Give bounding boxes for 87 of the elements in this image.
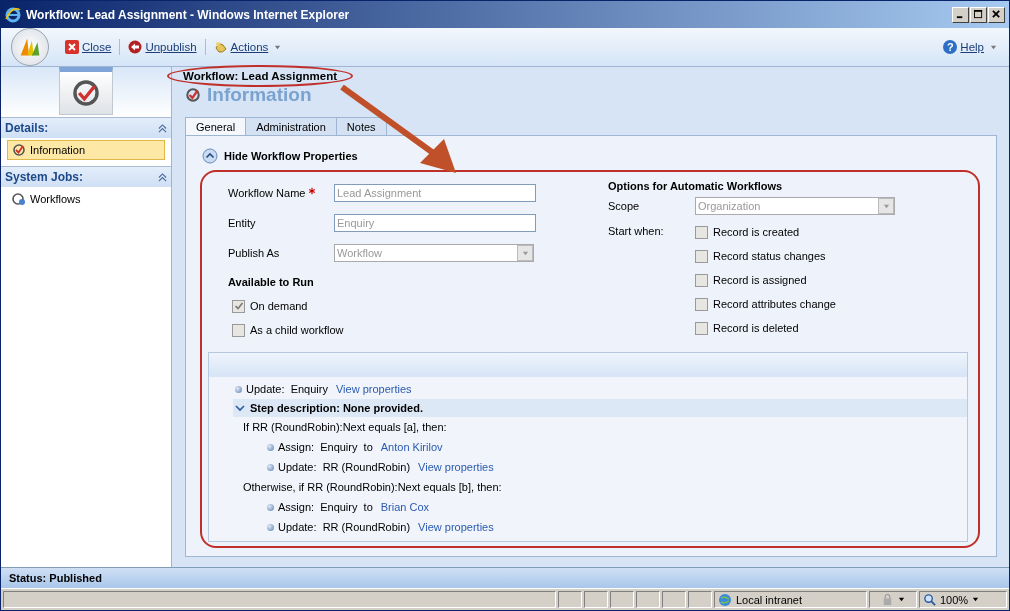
record-title: Workflow: Lead Assignment [183, 70, 337, 82]
bullet-icon [267, 503, 274, 511]
check-circle-icon [185, 87, 201, 103]
checkbox[interactable] [695, 321, 708, 335]
bullet-icon [267, 443, 274, 451]
sidebar-section-title: System Jobs: [5, 170, 84, 184]
caret-icon[interactable] [972, 596, 980, 603]
status-bar-pane [558, 591, 582, 608]
checkbox[interactable] [695, 273, 708, 287]
status-bar-pane [584, 591, 608, 608]
sidebar-item[interactable]: Information [7, 140, 165, 160]
step-link[interactable]: Anton Kirilov [380, 441, 443, 453]
window-title: Workflow: Lead Assignment - Windows Internet Explorer [26, 7, 351, 22]
record-status: Status: Published [9, 572, 102, 584]
step-link[interactable]: View properties [418, 521, 494, 533]
status-bar-pane [636, 591, 660, 608]
bullet-icon [267, 523, 274, 531]
checkbox[interactable] [695, 297, 708, 311]
globe-icon [718, 592, 732, 607]
step-text: Update: RR (RoundRobin) [278, 521, 411, 533]
field-label: Workflow Name [228, 187, 306, 199]
checkbox[interactable] [232, 299, 245, 313]
step-link[interactable]: Brian Cox [380, 501, 430, 513]
caret-icon [882, 202, 890, 210]
checkbox-label: On demand [250, 300, 308, 312]
step-description: Step description: None provided. [250, 402, 423, 414]
checkbox-label: Record is assigned [713, 274, 807, 286]
close-button[interactable] [988, 6, 1005, 23]
bullet-icon [267, 463, 274, 471]
field-label: Entity [228, 217, 256, 229]
sidebar-item[interactable]: Workflows [7, 189, 165, 209]
status-bar-pane [662, 591, 686, 608]
close-icon [992, 10, 1001, 19]
caret-icon [990, 43, 997, 51]
security-zone: Local intranet [736, 593, 803, 606]
help-menu-button[interactable]: ? Help [941, 38, 999, 56]
checkbox[interactable] [232, 323, 245, 337]
check-circle-icon [12, 143, 26, 157]
page-title: Information [207, 84, 312, 106]
step-link[interactable]: View properties [418, 461, 494, 473]
expand-caret-icon[interactable] [235, 403, 245, 413]
status-bar-pane [688, 591, 712, 608]
close-icon [65, 40, 79, 54]
step-text: Update: RR (RoundRobin) [278, 461, 411, 473]
step-text: Update: Enquiry [246, 383, 328, 395]
condition-text: Otherwise, if RR (RoundRobin):Next equals [b], then: [243, 481, 502, 493]
maximize-icon [974, 10, 983, 19]
bullet-icon [235, 385, 242, 393]
sidebar-section-title: Details: [5, 121, 49, 135]
zoom-icon[interactable] [923, 593, 936, 606]
section-heading: Options for Automatic Workflows [608, 180, 784, 192]
step-text: Assign: Enquiry to [278, 441, 373, 453]
maximize-button[interactable] [970, 6, 987, 23]
actions-menu-button[interactable]: Actions [211, 38, 284, 56]
collapse-icon[interactable] [158, 123, 167, 133]
help-icon: ? [943, 40, 958, 54]
status-bar-pane [610, 591, 634, 608]
tab[interactable]: Notes [335, 117, 387, 135]
caret-icon[interactable] [898, 596, 905, 603]
caret-icon [521, 249, 529, 257]
checkbox[interactable] [695, 225, 708, 239]
step-link[interactable]: View properties [335, 383, 412, 395]
checkbox-label: Record attributes change [713, 298, 836, 310]
collapse-icon[interactable] [158, 172, 167, 182]
section-toggle-label[interactable]: Hide Workflow Properties [224, 150, 358, 162]
condition-text: If RR (RoundRobin):Next equals [a], then: [243, 421, 447, 433]
collapse-icon[interactable] [202, 148, 218, 164]
checkbox[interactable] [695, 249, 708, 263]
caret-icon [274, 43, 282, 51]
checkbox-label: Record is created [713, 226, 800, 238]
zoom-level[interactable]: 100% [940, 593, 969, 606]
field-label: Start when: [608, 224, 665, 237]
checkbox-label: As a child workflow [250, 324, 344, 336]
field-label: Publish As [228, 247, 280, 259]
workflow-record-icon [59, 67, 113, 115]
close-button[interactable]: Close [63, 38, 114, 56]
app-logo-icon[interactable] [11, 28, 49, 66]
browser-logo-icon [5, 6, 21, 23]
step-text: Assign: Enquiry to [278, 501, 373, 513]
field-label: Scope [608, 200, 641, 212]
unpublish-button[interactable]: Unpublish [126, 38, 199, 56]
checkbox-label: Record is deleted [713, 322, 799, 334]
checkbox-label: Record status changes [713, 250, 826, 262]
back-arrow-icon [128, 40, 143, 54]
section-heading: Available to Run [228, 276, 315, 288]
tab[interactable]: General [185, 117, 247, 135]
minimize-button[interactable] [952, 6, 969, 23]
